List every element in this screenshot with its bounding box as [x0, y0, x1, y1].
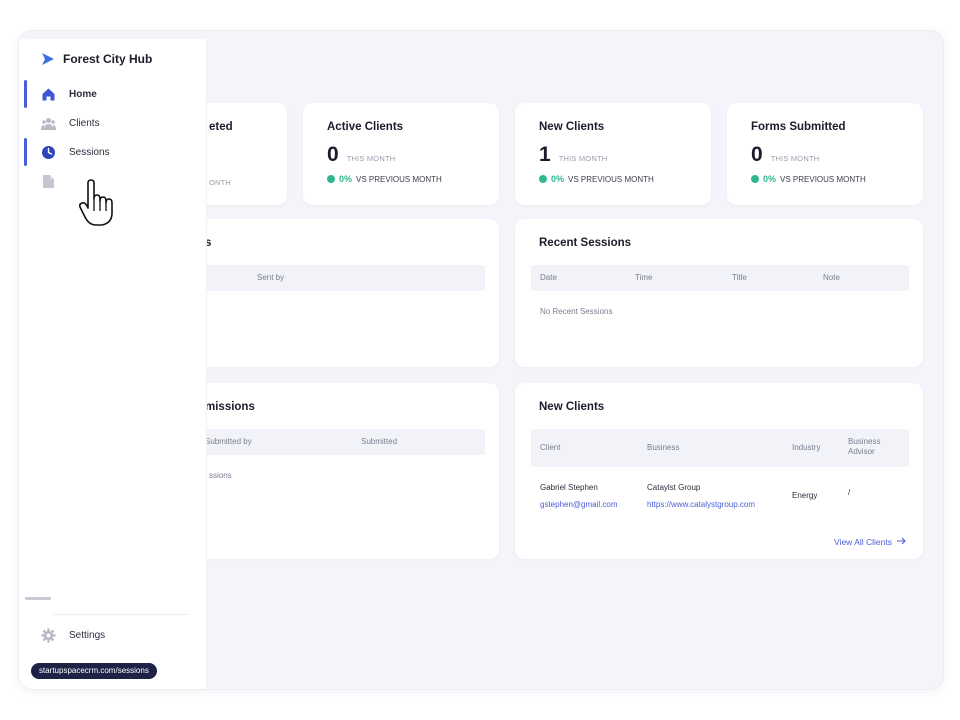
stat-period: THIS MONTH [558, 154, 608, 163]
delta-percent: 0% [551, 174, 565, 184]
status-bar-url: startupspacecrm.com/sessions [31, 663, 157, 679]
hover-indicator [24, 138, 27, 166]
sidebar-item-sessions[interactable]: Sessions [19, 138, 207, 166]
sidebar-scrollbar[interactable] [25, 597, 51, 600]
industry: Energy [792, 491, 818, 500]
sidebar-item-label: Clients [69, 117, 100, 129]
sidebar-item-home[interactable]: Home [19, 80, 207, 108]
sidebar-item-label: Home [69, 88, 97, 100]
stat-period: THIS MONTH [770, 154, 820, 163]
stat-delta: 0% VS PREVIOUS MONTH [539, 174, 654, 184]
column-header: Industry [792, 443, 821, 452]
view-all-clients-link[interactable]: View All Clients [834, 537, 907, 547]
gear-icon [41, 628, 56, 643]
sidebar-item-label: Settings [69, 629, 106, 641]
arrow-right-icon [897, 537, 907, 547]
active-indicator [24, 80, 27, 108]
business-url-link[interactable]: https://www.catalystgroup.com [647, 500, 755, 509]
stat-card-new-clients: New Clients 1 THIS MONTH 0% VS PREVIOUS … [515, 103, 711, 205]
stat-delta: 0% VS PREVIOUS MONTH [327, 174, 442, 184]
panel-new-clients: New Clients Client Business Industry Bus… [515, 383, 923, 559]
table-header: Sent by [205, 265, 485, 291]
column-header: Time [635, 273, 653, 282]
stat-title: Active Clients [327, 121, 404, 133]
stat-title: eted [209, 121, 233, 133]
home-icon [41, 87, 56, 102]
stat-value: 1 [539, 143, 551, 166]
app-name: Forest City Hub [63, 52, 153, 66]
stat-period: THIS MONTH [346, 154, 396, 163]
delta-percent: 0% [339, 174, 353, 184]
divider [53, 614, 189, 615]
view-all-label: View All Clients [834, 537, 892, 547]
column-header: Submitted by [205, 437, 252, 446]
column-header: Client [540, 443, 561, 452]
delta-label: VS PREVIOUS MONTH [356, 174, 442, 184]
app-window: eted ONTH Active Clients 0 THIS MONTH 0%… [18, 30, 944, 690]
stat-card-forms-submitted: Forms Submitted 0 THIS MONTH 0% VS PREVI… [727, 103, 923, 205]
hand-cursor-icon [79, 179, 113, 226]
column-header: Title [732, 273, 747, 282]
panel-title: New Clients [539, 401, 605, 413]
table-header: Submitted by Submitted [205, 429, 485, 455]
advisor: / [848, 488, 851, 497]
column-header: Business Advisor [848, 437, 881, 456]
column-header: Business [647, 443, 680, 452]
stat-delta: 0% VS PREVIOUS MONTH [751, 174, 866, 184]
sidebar: Forest City Hub Home Clients Sessions Se… [19, 39, 207, 689]
stat-period: ONTH [209, 178, 232, 187]
stat-card-active-clients: Active Clients 0 THIS MONTH 0% VS PREVIO… [303, 103, 499, 205]
delta-label: VS PREVIOUS MONTH [568, 174, 654, 184]
stat-title: New Clients [539, 121, 605, 133]
trend-up-icon [539, 175, 547, 183]
panel-recent-sessions: Recent Sessions Date Time Title Note No … [515, 219, 923, 367]
delta-percent: 0% [763, 174, 777, 184]
panel-title: Recent Sessions [539, 237, 632, 249]
column-header: Date [540, 273, 557, 282]
brand[interactable]: Forest City Hub [41, 52, 152, 66]
sidebar-item-settings[interactable]: Settings [19, 621, 207, 649]
delta-label: VS PREVIOUS MONTH [780, 174, 866, 184]
stat-title: Forms Submitted [751, 121, 846, 133]
users-icon [41, 116, 56, 131]
trend-up-icon [751, 175, 759, 183]
clock-icon [41, 145, 56, 160]
logo-icon [42, 53, 54, 65]
panel-title: missions [205, 401, 255, 413]
stat-value: 0 [751, 143, 763, 166]
empty-state: ssions [209, 471, 232, 480]
table-header: Client Business Industry Business Adviso… [531, 429, 909, 467]
table-header: Date Time Title Note [531, 265, 909, 291]
sidebar-item-label: Sessions [69, 146, 110, 158]
document-icon [41, 174, 56, 189]
stat-value: 0 [327, 143, 339, 166]
client-email-link[interactable]: gstephen@gmail.com [540, 500, 618, 509]
column-header: Sent by [257, 273, 285, 282]
empty-state: No Recent Sessions [540, 307, 613, 316]
client-name: Gabriel Stephen [540, 483, 598, 492]
business-name: Cataylst Group [647, 483, 701, 492]
trend-up-icon [327, 175, 335, 183]
sidebar-item-clients[interactable]: Clients [19, 109, 207, 137]
column-header: Note [823, 273, 840, 282]
column-header: Submitted [361, 437, 398, 446]
